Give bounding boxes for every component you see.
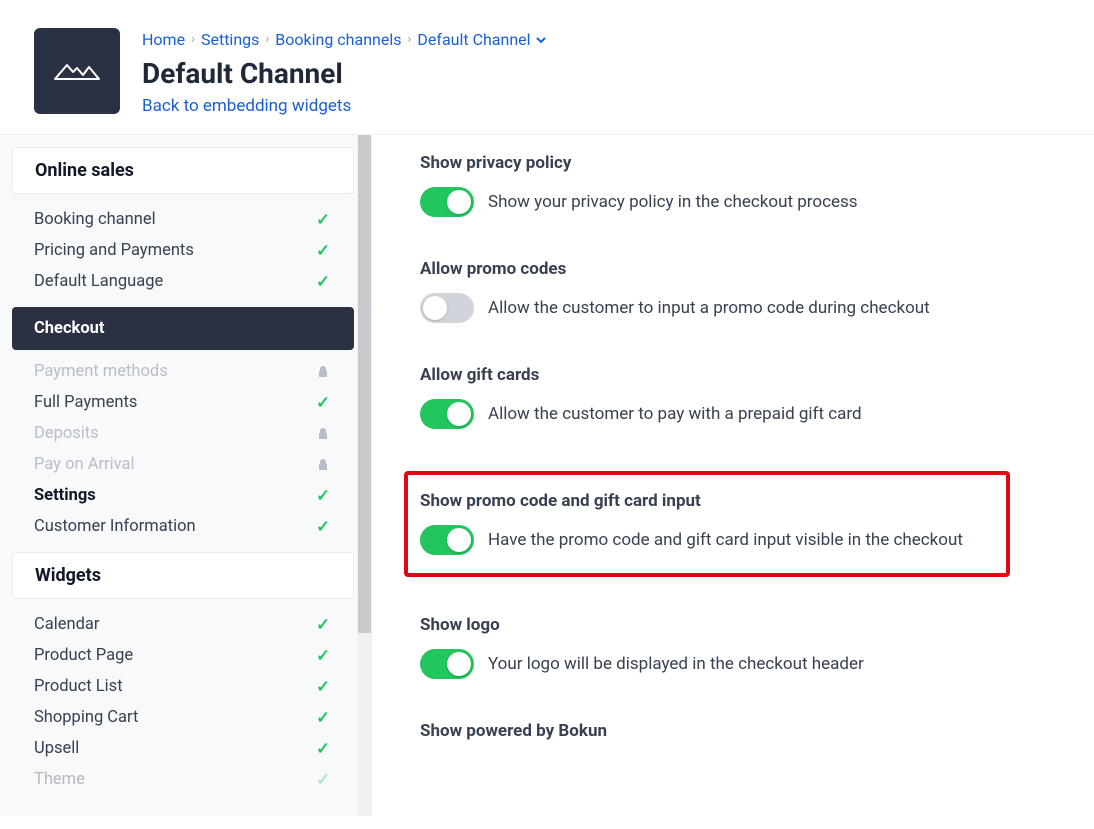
sidebar-item-label: Product Page [34, 646, 133, 665]
sidebar-item-label: Calendar [34, 615, 99, 634]
sidebar-item-label: Checkout [34, 319, 105, 338]
sidebar-item-customer-information[interactable]: Customer Information ✓ [12, 511, 354, 542]
sidebar-item-label: Default Language [34, 272, 163, 291]
check-icon: ✓ [314, 709, 332, 727]
sidebar-item-booking-channel[interactable]: Booking channel ✓ [12, 204, 354, 235]
toggle-privacy-policy[interactable] [420, 187, 474, 217]
sidebar-item-label: Full Payments [34, 393, 137, 412]
channel-logo [34, 28, 120, 114]
check-icon: ✓ [314, 647, 332, 665]
sidebar-item-label: Product List [34, 677, 123, 696]
sidebar-item-deposits[interactable]: Deposits [12, 418, 354, 449]
setting-title: Allow promo codes [420, 259, 1064, 279]
sidebar-item-shopping-cart[interactable]: Shopping Cart ✓ [12, 702, 354, 733]
sidebar-item-label: Shopping Cart [34, 708, 138, 727]
setting-title: Show logo [420, 615, 1064, 635]
check-icon: ✓ [314, 273, 332, 291]
setting-desc: Have the promo code and gift card input … [488, 530, 963, 550]
check-icon: ✓ [314, 394, 332, 412]
check-icon: ✓ [314, 678, 332, 696]
sidebar-group-widgets[interactable]: Widgets [12, 552, 354, 599]
sidebar-item-label: Pay on Arrival [34, 455, 135, 474]
sidebar-item-label: Customer Information [34, 517, 196, 536]
sidebar-item-label: Theme [34, 770, 85, 789]
sidebar-item-label: Pricing and Payments [34, 241, 194, 260]
check-icon: ✓ [314, 211, 332, 229]
setting-allow-promo-codes: Allow promo codes Allow the customer to … [420, 259, 1064, 323]
sidebar-item-pay-on-arrival[interactable]: Pay on Arrival [12, 449, 354, 480]
scrollbar-thumb[interactable] [358, 135, 371, 633]
toggle-allow-gift-cards[interactable] [420, 399, 474, 429]
check-icon: ✓ [314, 616, 332, 634]
toggle-allow-promo-codes[interactable] [420, 293, 474, 323]
mountain-icon [53, 59, 101, 83]
check-icon: ✓ [314, 242, 332, 260]
setting-powered-by-bokun: Show powered by Bokun [420, 721, 1064, 741]
sidebar-item-payment-methods[interactable]: Payment methods [12, 356, 354, 387]
scrollbar-track[interactable] [357, 135, 372, 816]
setting-promo-gift-input-highlight: Show promo code and gift card input Have… [404, 471, 1010, 577]
lock-icon [314, 456, 332, 474]
sidebar-item-upsell[interactable]: Upsell ✓ [12, 733, 354, 764]
sidebar-item-theme[interactable]: Theme ✓ [12, 764, 354, 795]
sidebar-item-settings[interactable]: Settings ✓ [12, 480, 354, 511]
sidebar-item-label: Booking channel [34, 210, 156, 229]
sidebar-group-checkout[interactable]: Checkout [12, 307, 354, 350]
breadcrumb-settings[interactable]: Settings [201, 30, 259, 49]
breadcrumb-booking-channels[interactable]: Booking channels [275, 30, 401, 49]
settings-panel: Show privacy policy Show your privacy po… [372, 135, 1094, 816]
back-link[interactable]: Back to embedding widgets [142, 96, 351, 116]
chevron-right-icon: › [408, 32, 412, 47]
setting-desc: Your logo will be displayed in the check… [488, 654, 864, 674]
toggle-show-logo[interactable] [420, 649, 474, 679]
sidebar-item-full-payments[interactable]: Full Payments ✓ [12, 387, 354, 418]
chevron-right-icon: › [191, 32, 195, 47]
sidebar-item-default-language[interactable]: Default Language ✓ [12, 266, 354, 297]
lock-icon [314, 425, 332, 443]
sidebar-item-label: Upsell [34, 739, 79, 758]
check-icon: ✓ [314, 487, 332, 505]
settings-sidebar: Online sales Booking channel ✓ Pricing a… [0, 135, 372, 816]
page-title: Default Channel [142, 57, 547, 90]
setting-title: Show powered by Bokun [420, 721, 1064, 741]
setting-title: Allow gift cards [420, 365, 1064, 385]
breadcrumb-home[interactable]: Home [142, 30, 185, 49]
check-icon: ✓ [314, 518, 332, 536]
sidebar-group-online-sales[interactable]: Online sales [12, 147, 354, 194]
setting-desc: Show your privacy policy in the checkout… [488, 192, 858, 212]
lock-icon [314, 363, 332, 381]
chevron-right-icon: › [265, 32, 269, 47]
sidebar-item-pricing-payments[interactable]: Pricing and Payments ✓ [12, 235, 354, 266]
setting-privacy-policy: Show privacy policy Show your privacy po… [420, 153, 1064, 217]
setting-allow-gift-cards: Allow gift cards Allow the customer to p… [420, 365, 1064, 429]
setting-desc: Allow the customer to pay with a prepaid… [488, 404, 862, 424]
toggle-promo-gift-input[interactable] [420, 525, 474, 555]
sidebar-item-label: Settings [34, 486, 96, 505]
setting-title: Show privacy policy [420, 153, 1064, 173]
sidebar-item-label: Deposits [34, 424, 99, 443]
page-header: Home › Settings › Booking channels › Def… [0, 0, 1094, 135]
setting-show-logo: Show logo Your logo will be displayed in… [420, 615, 1064, 679]
sidebar-item-product-list[interactable]: Product List ✓ [12, 671, 354, 702]
setting-title: Show promo code and gift card input [420, 491, 994, 511]
breadcrumb: Home › Settings › Booking channels › Def… [142, 30, 547, 49]
setting-desc: Allow the customer to input a promo code… [488, 298, 930, 318]
chevron-down-icon [535, 34, 547, 46]
sidebar-item-calendar[interactable]: Calendar ✓ [12, 609, 354, 640]
check-icon: ✓ [314, 740, 332, 758]
sidebar-item-label: Payment methods [34, 362, 168, 381]
check-icon: ✓ [314, 771, 332, 789]
breadcrumb-current-label: Default Channel [417, 30, 530, 49]
breadcrumb-current[interactable]: Default Channel [417, 30, 546, 49]
sidebar-item-product-page[interactable]: Product Page ✓ [12, 640, 354, 671]
